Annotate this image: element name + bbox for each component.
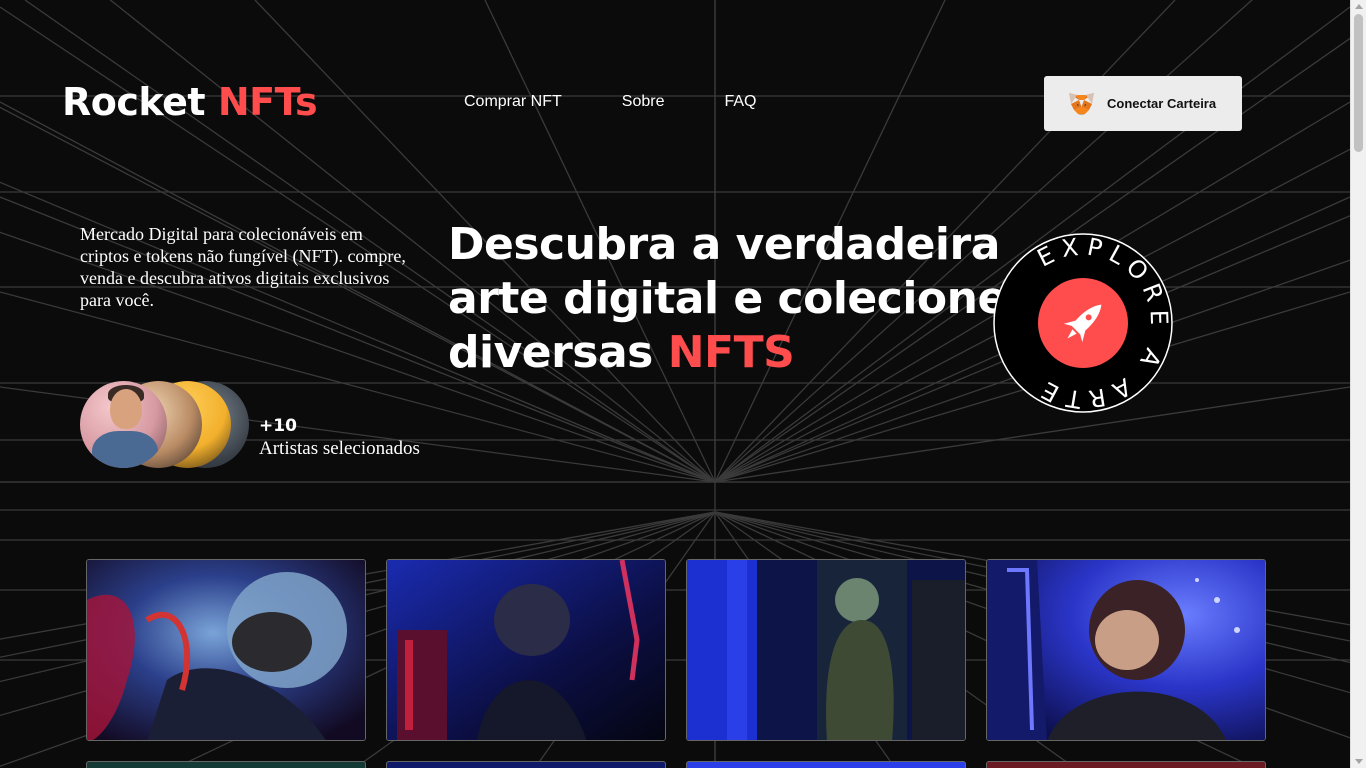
page-scrollbar[interactable] [1350, 0, 1366, 768]
nft-card[interactable] [86, 559, 366, 741]
artists-count: +10 [259, 416, 297, 436]
connect-wallet-label: Conectar Carteira [1107, 96, 1217, 111]
scroll-up-icon[interactable] [1355, 4, 1363, 9]
main-nav: Comprar NFT Sobre FAQ [464, 93, 757, 111]
nft-card[interactable] [386, 761, 666, 768]
artist-avatars [80, 381, 250, 468]
brand-accent: NFTs [217, 80, 318, 124]
metamask-fox-icon [1069, 92, 1094, 115]
connect-wallet-button[interactable]: Conectar Carteira [1044, 76, 1242, 131]
nft-card[interactable] [686, 761, 966, 768]
nft-card[interactable] [986, 559, 1266, 741]
nft-image [687, 560, 965, 740]
nft-image [87, 560, 365, 740]
scrollbar-thumb[interactable] [1354, 14, 1363, 152]
nft-card[interactable] [686, 559, 966, 741]
nav-comprar-nft[interactable]: Comprar NFT [464, 93, 562, 111]
scroll-down-icon[interactable] [1355, 759, 1363, 764]
nav-faq[interactable]: FAQ [724, 93, 756, 111]
brand-name: Rocket [62, 80, 206, 124]
explore-art-badge[interactable]: EXPLORE A ARTE [992, 232, 1174, 414]
nft-image [987, 560, 1265, 740]
hero-intro: Mercado Digital para colecionáveis em cr… [80, 224, 406, 310]
avatar [80, 381, 167, 468]
nft-card[interactable] [986, 761, 1266, 768]
nft-card[interactable] [86, 761, 366, 768]
artists-label: Artistas selecionados [259, 438, 420, 459]
brand-logo[interactable]: Rocket NFTs [62, 80, 318, 124]
nft-card[interactable] [386, 559, 666, 741]
nav-sobre[interactable]: Sobre [622, 93, 665, 111]
hero-headline: Descubra a verdadeira arte digital e col… [448, 218, 1008, 380]
headline-accent: NFTS [667, 327, 795, 378]
nft-image [387, 560, 665, 740]
